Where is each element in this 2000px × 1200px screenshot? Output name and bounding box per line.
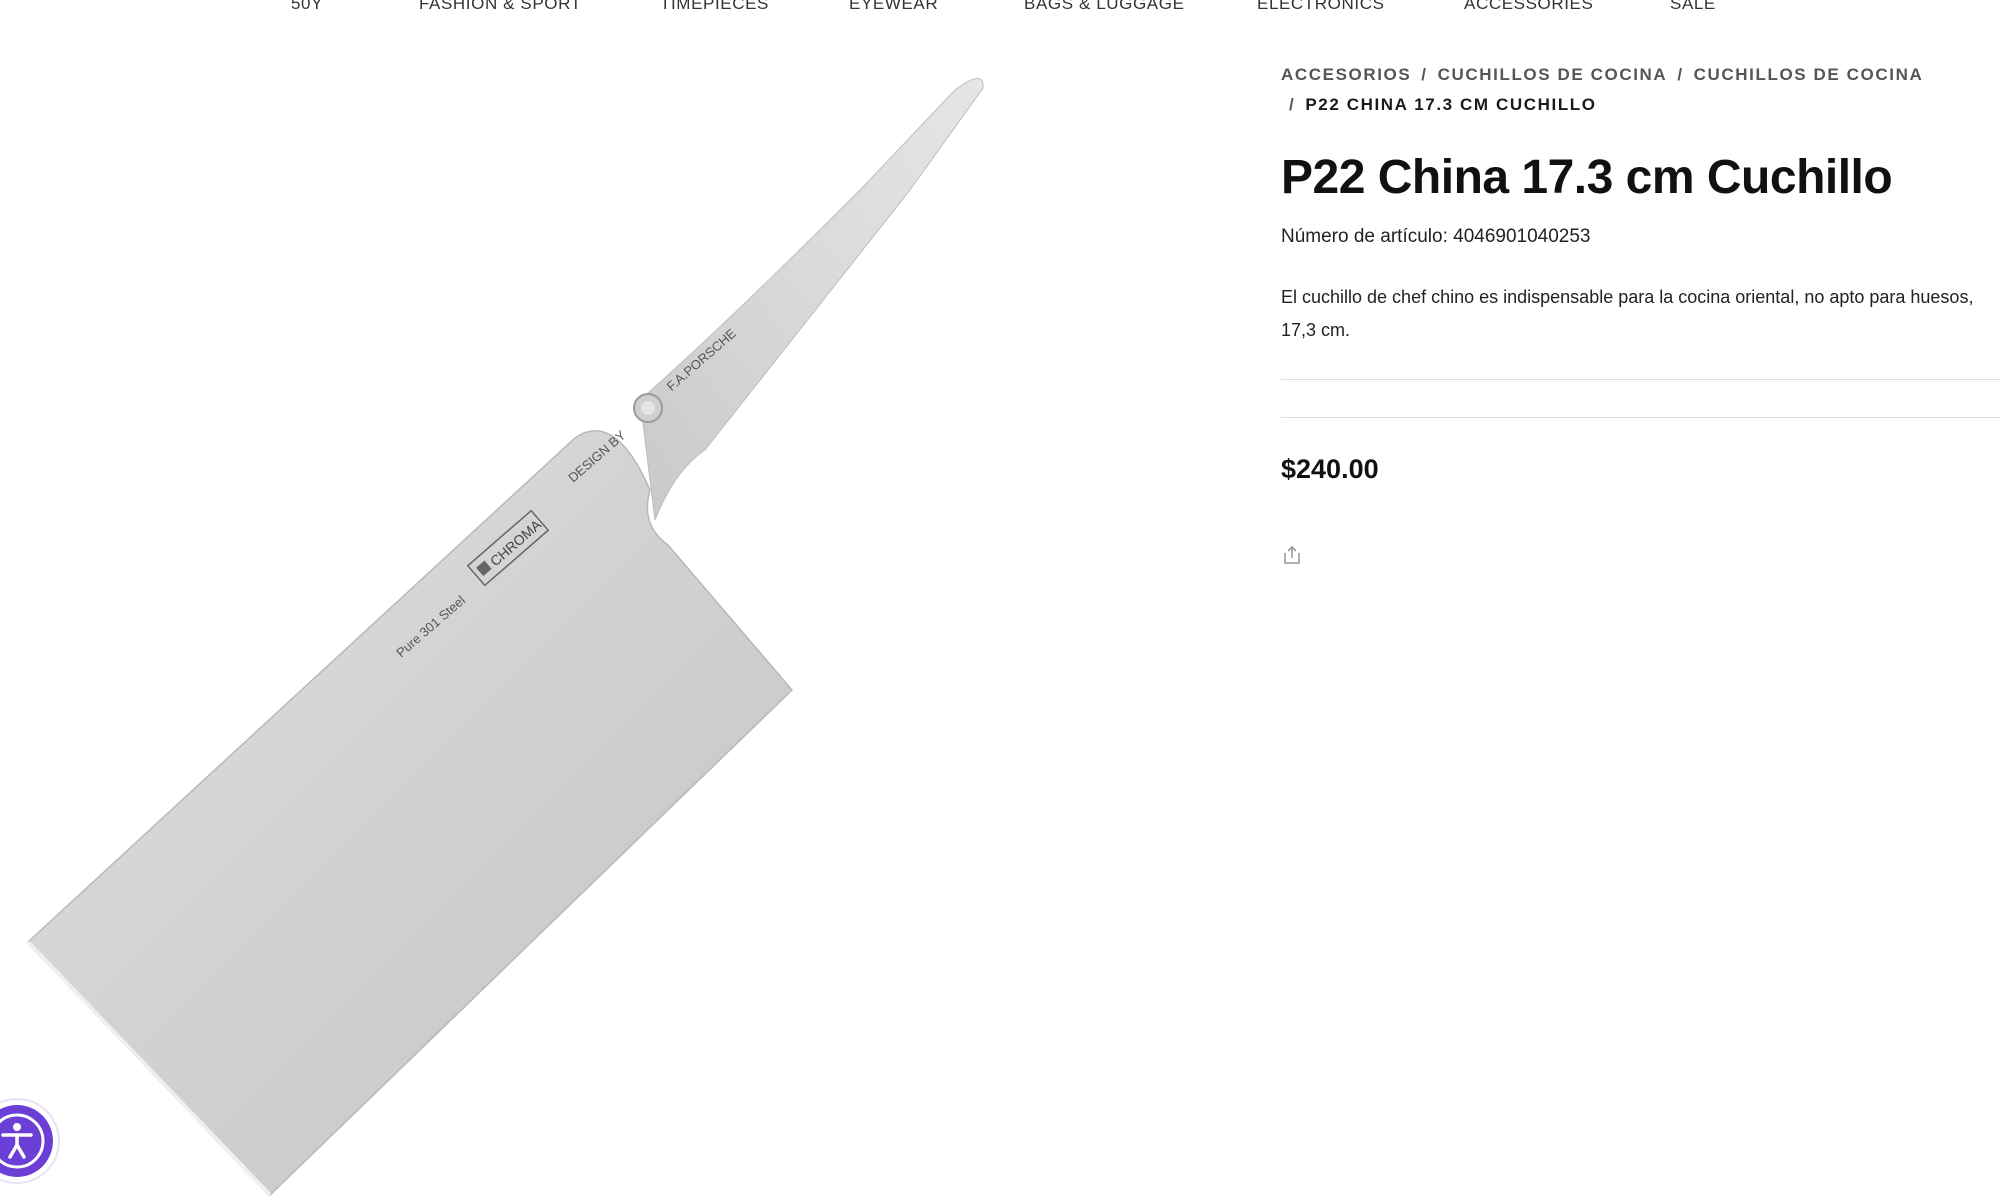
divider — [1281, 379, 2000, 380]
nav-item-bags-luggage[interactable]: BAGS & LUGGAGE — [1024, 0, 1185, 16]
nav-item-fashion-sport[interactable]: FASHION & SPORT — [419, 0, 582, 16]
breadcrumb-line-1: ACCESORIOS / CUCHILLOS DE COCINA / CUCHILLOS… — [1281, 60, 2000, 90]
divider — [1281, 417, 2000, 418]
breadcrumb-link-cuchillos-1[interactable]: CUCHILLOS DE COCINA — [1438, 65, 1668, 84]
product-sku: Número de artículo: 4046901040253 — [1281, 226, 1591, 247]
product-description: El cuchillo de chef chino es indispensab… — [1281, 287, 1974, 340]
product-title: P22 China 17.3 cm Cuchillo — [1281, 151, 1893, 204]
knife-illustration: CHROMA Pure 301 Steel DESIGN BY F.A.PORS… — [26, 78, 984, 1197]
nav-item-sale[interactable]: SALE — [1670, 0, 1716, 16]
breadcrumb-link-cuchillos-2[interactable]: CUCHILLOS DE COCINA — [1694, 65, 1924, 84]
product-image[interactable]: CHROMA Pure 301 Steel DESIGN BY F.A.PORS… — [0, 40, 1200, 1200]
accessibility-button[interactable] — [0, 1100, 58, 1182]
nav-item-timepieces[interactable]: TIMEPIECES — [660, 0, 769, 16]
nav-item-electronics[interactable]: ELECTRONICS — [1257, 0, 1385, 16]
breadcrumb-separator: / — [1289, 95, 1296, 114]
breadcrumb-separator: / — [1421, 65, 1428, 84]
product-info: ACCESORIOS / CUCHILLOS DE COCINA / CUCHILLOS… — [1281, 60, 2000, 566]
product-page: 50Y FASHION & SPORT TIMEPIECES EYEWEAR B… — [0, 0, 2000, 1200]
nav-item-50y[interactable]: 50Y — [291, 0, 323, 16]
breadcrumb: ACCESORIOS / CUCHILLOS DE COCINA / CUCHILLOS… — [1281, 60, 2000, 120]
product-price: $240.00 — [1281, 454, 1379, 484]
nav-item-accessories[interactable]: ACCESSORIES — [1464, 0, 1593, 16]
breadcrumb-current: P22 CHINA 17.3 CM CUCHILLO — [1305, 95, 1597, 114]
breadcrumb-separator: / — [1677, 65, 1684, 84]
accessibility-icon — [0, 1105, 53, 1177]
share-icon[interactable] — [1281, 544, 1303, 566]
nav-item-eyewear[interactable]: EYEWEAR — [849, 0, 938, 16]
main-nav: 50Y FASHION & SPORT TIMEPIECES EYEWEAR B… — [0, 0, 2000, 16]
breadcrumb-line-2: / P22 CHINA 17.3 CM CUCHILLO — [1281, 90, 2000, 120]
breadcrumb-link-accesorios[interactable]: ACCESORIOS — [1281, 65, 1411, 84]
